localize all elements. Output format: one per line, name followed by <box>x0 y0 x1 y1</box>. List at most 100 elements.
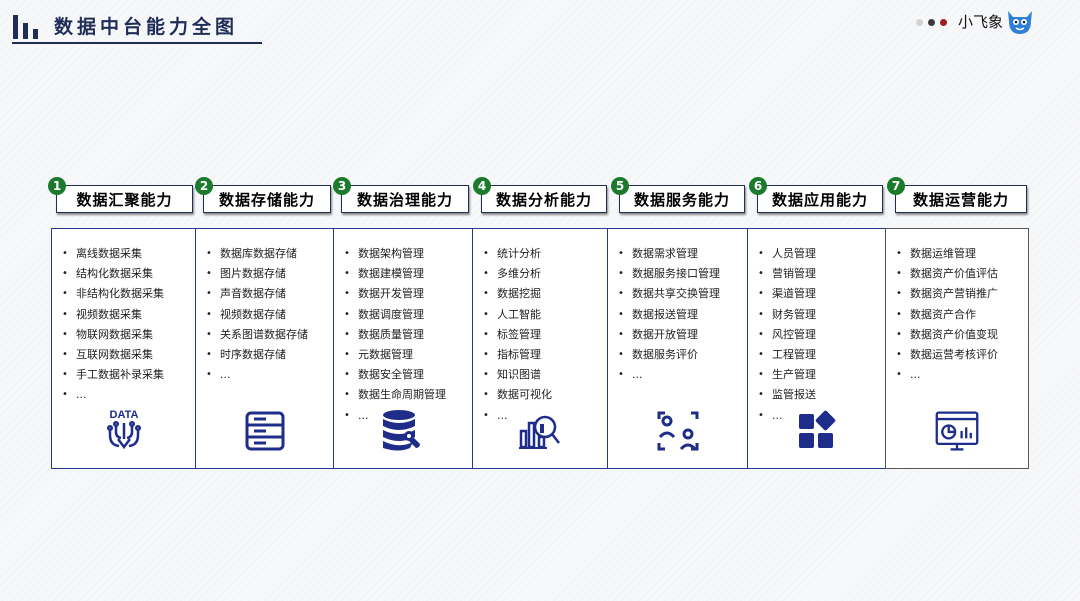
capability-item: 非结构化数据采集 <box>62 284 195 304</box>
capability-number-badge: 2 <box>195 177 213 195</box>
card-application: 人员管理营销管理渠道管理财务管理风控管理工程管理生产管理监管报送... <box>747 228 886 469</box>
page-title: 数据中台能力全图 <box>54 16 239 38</box>
capability-item: 知识图谱 <box>483 365 607 385</box>
capability-header-5: 数据服务能力 5 <box>611 177 745 215</box>
capability-item: 风控管理 <box>758 325 885 345</box>
brand-name: 小飞象 <box>958 13 1004 31</box>
dot-1 <box>916 19 923 26</box>
capability-item: 数据挖掘 <box>483 284 607 304</box>
analysis-item-list: 统计分析多维分析数据挖掘人工智能标签管理指标管理知识图谱数据可视化... <box>473 229 607 426</box>
capability-item: 统计分析 <box>483 244 607 264</box>
capability-item: 视频数据存储 <box>206 305 333 325</box>
mascot-logo-icon <box>1008 11 1032 34</box>
data-collection-icon: DATA <box>106 409 141 450</box>
capability-item: 数据建模管理 <box>344 264 472 284</box>
capability-title: 数据存储能力 <box>203 185 331 213</box>
capability-item: 手工数据补录采集 <box>62 365 195 385</box>
capability-number-badge: 6 <box>749 177 767 195</box>
capability-item: 离线数据采集 <box>62 244 195 264</box>
operation-item-list: 数据运维管理数据资产价值评估数据资产营销推广数据资产合作数据资产价值变现数据运营… <box>886 229 1028 386</box>
capability-item: 多维分析 <box>483 264 607 284</box>
capability-item: 指标管理 <box>483 345 607 365</box>
capability-item: 营销管理 <box>758 264 885 284</box>
governance-item-list: 数据架构管理数据建模管理数据开发管理数据调度管理数据质量管理元数据管理数据安全管… <box>334 229 472 426</box>
capability-item: 数据库数据存储 <box>206 244 333 264</box>
capability-number-badge: 1 <box>48 177 66 195</box>
svg-text:DATA: DATA <box>109 409 138 421</box>
capability-header-1: 数据汇聚能力 1 <box>48 177 193 215</box>
storage-item-list: 数据库数据存储图片数据存储声音数据存储视频数据存储关系图谱数据存储时序数据存储.… <box>196 229 333 386</box>
capability-item: ... <box>206 365 333 385</box>
capability-item: 数据安全管理 <box>344 365 472 385</box>
card-service: 数据需求管理数据服务接口管理数据共享交换管理数据报送管理数据开放管理数据服务评价… <box>607 228 748 469</box>
collection-item-list: 离线数据采集结构化数据采集非结构化数据采集视频数据采集物联网数据采集互联网数据采… <box>52 229 195 406</box>
card-analysis: 统计分析多维分析数据挖掘人工智能标签管理指标管理知识图谱数据可视化... <box>472 228 608 469</box>
capability-item: 结构化数据采集 <box>62 264 195 284</box>
capability-item: 时序数据存储 <box>206 345 333 365</box>
capability-item: 数据质量管理 <box>344 325 472 345</box>
capability-item: 图片数据存储 <box>206 264 333 284</box>
capability-number-badge: 5 <box>611 177 629 195</box>
server-storage-icon <box>245 411 284 451</box>
dashboard-monitor-icon <box>935 411 979 451</box>
capability-header-4: 数据分析能力 4 <box>473 177 607 215</box>
capability-item: 数据资产营销推广 <box>896 284 1028 304</box>
capability-header-6: 数据应用能力 6 <box>749 177 883 215</box>
card-storage: 数据库数据存储图片数据存储声音数据存储视频数据存储关系图谱数据存储时序数据存储.… <box>195 228 334 469</box>
capability-item: 元数据管理 <box>344 345 472 365</box>
capability-item: 标签管理 <box>483 325 607 345</box>
capability-item: 数据运营考核评价 <box>896 345 1028 365</box>
capability-item: 数据资产价值评估 <box>896 264 1028 284</box>
capability-item: 数据资产价值变现 <box>896 325 1028 345</box>
capability-item: 数据开放管理 <box>618 325 747 345</box>
capability-item: 数据开发管理 <box>344 284 472 304</box>
database-wrench-icon <box>383 410 420 451</box>
capability-number-badge: 7 <box>887 177 905 195</box>
capability-item: 渠道管理 <box>758 284 885 304</box>
capability-item: 声音数据存储 <box>206 284 333 304</box>
capability-item: 关系图谱数据存储 <box>206 325 333 345</box>
user-scan-icon <box>657 411 698 451</box>
capability-item: 数据调度管理 <box>344 305 472 325</box>
capability-item: 工程管理 <box>758 345 885 365</box>
capability-title: 数据汇聚能力 <box>56 185 193 213</box>
capability-title: 数据治理能力 <box>341 185 469 213</box>
capability-title: 数据应用能力 <box>757 185 883 213</box>
capability-item: 互联网数据采集 <box>62 345 195 365</box>
capability-cards: 离线数据采集结构化数据采集非结构化数据采集视频数据采集物联网数据采集互联网数据采… <box>51 228 1029 469</box>
capability-title: 数据分析能力 <box>481 185 607 213</box>
capability-header-2: 数据存储能力 2 <box>195 177 331 215</box>
capability-item: 人工智能 <box>483 305 607 325</box>
capability-item: ... <box>62 385 195 405</box>
capability-item: ... <box>618 365 747 385</box>
card-governance: 数据架构管理数据建模管理数据开发管理数据调度管理数据质量管理元数据管理数据安全管… <box>333 228 473 469</box>
capability-item: 数据需求管理 <box>618 244 747 264</box>
capability-item: 数据可视化 <box>483 385 607 405</box>
apps-grid-icon <box>798 410 835 448</box>
capability-item: 监管报送 <box>758 385 885 405</box>
capability-title: 数据服务能力 <box>619 185 745 213</box>
dot-2 <box>928 19 935 26</box>
capability-item: 数据服务评价 <box>618 345 747 365</box>
capability-item: 数据运维管理 <box>896 244 1028 264</box>
capability-item: 数据架构管理 <box>344 244 472 264</box>
card-operation: 数据运维管理数据资产价值评估数据资产营销推广数据资产合作数据资产价值变现数据运营… <box>885 228 1029 469</box>
capability-item: 数据资产合作 <box>896 305 1028 325</box>
capability-item: ... <box>896 365 1028 385</box>
capability-item: 数据生命周期管理 <box>344 385 472 405</box>
title-underline <box>12 42 262 44</box>
bar-chart-logo-icon <box>12 11 42 39</box>
capability-item: 数据共享交换管理 <box>618 284 747 304</box>
dot-3 <box>940 19 947 26</box>
card-collection: 离线数据采集结构化数据采集非结构化数据采集视频数据采集物联网数据采集互联网数据采… <box>51 228 196 469</box>
capability-item: 视频数据采集 <box>62 305 195 325</box>
capability-item: 数据报送管理 <box>618 305 747 325</box>
capability-number-badge: 3 <box>333 177 351 195</box>
dot-indicator <box>916 19 947 26</box>
capability-header-3: 数据治理能力 3 <box>333 177 469 215</box>
service-item-list: 数据需求管理数据服务接口管理数据共享交换管理数据报送管理数据开放管理数据服务评价… <box>608 229 747 386</box>
chart-magnifier-icon <box>519 415 560 449</box>
capability-header-7: 数据运营能力 7 <box>887 177 1027 215</box>
application-item-list: 人员管理营销管理渠道管理财务管理风控管理工程管理生产管理监管报送... <box>748 229 885 426</box>
capability-item: 生产管理 <box>758 365 885 385</box>
